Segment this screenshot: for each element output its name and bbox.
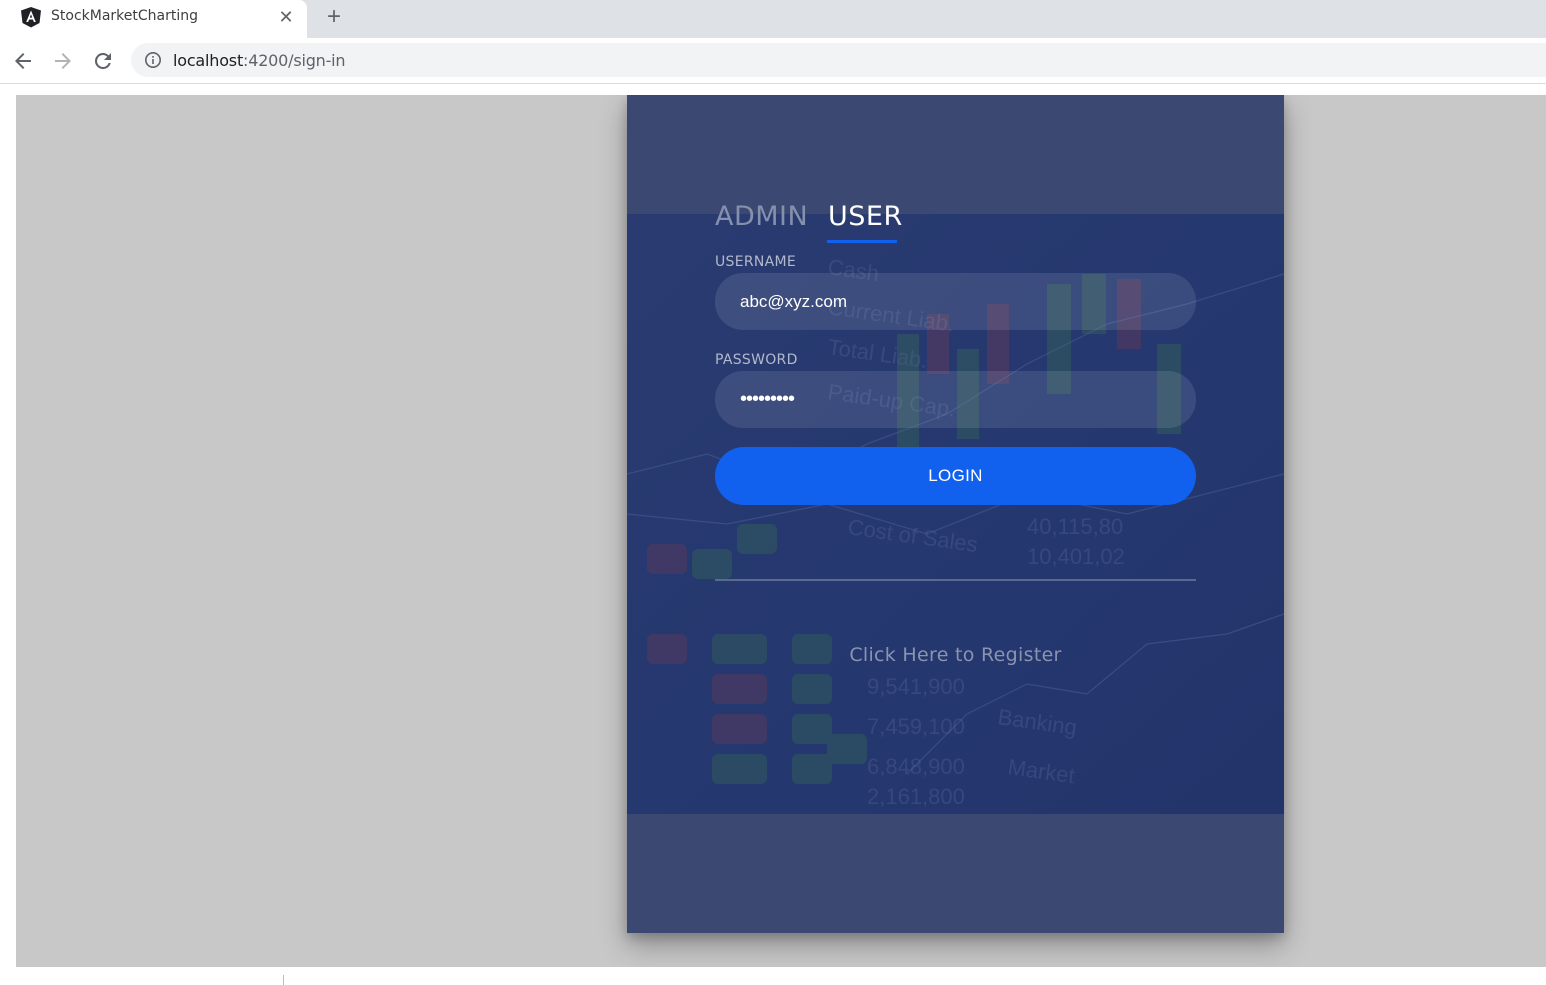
- register-link[interactable]: Click Here to Register: [627, 644, 1284, 666]
- divider: [715, 579, 1196, 581]
- password-input[interactable]: [715, 371, 1196, 428]
- forward-arrow-icon[interactable]: [51, 49, 75, 73]
- close-icon[interactable]: ✕: [276, 7, 296, 27]
- login-button[interactable]: LOGIN: [715, 447, 1196, 505]
- url-host: localhost: [173, 51, 244, 70]
- tab-admin[interactable]: ADMIN: [715, 201, 808, 232]
- active-tab-underline: [827, 240, 897, 243]
- page-viewport: Cash Current Liab. Total Liab. Paid-up C…: [16, 95, 1546, 967]
- password-label: PASSWORD: [715, 352, 798, 368]
- info-icon[interactable]: [144, 51, 162, 69]
- reload-icon[interactable]: [91, 49, 115, 73]
- new-tab-plus-icon[interactable]: +: [322, 5, 346, 29]
- browser-toolbar: localhost:4200/sign-in: [0, 38, 1546, 84]
- tab-user[interactable]: USER: [828, 201, 903, 232]
- username-label: USERNAME: [715, 254, 797, 270]
- angular-logo-icon: [21, 7, 41, 28]
- back-arrow-icon[interactable]: [11, 49, 35, 73]
- username-input[interactable]: [715, 273, 1196, 330]
- url-text: localhost:4200/sign-in: [173, 51, 346, 70]
- tab-title: StockMarketCharting: [51, 8, 198, 24]
- login-card: Cash Current Liab. Total Liab. Paid-up C…: [627, 95, 1284, 933]
- status-caret: [283, 975, 284, 985]
- browser-tab-strip: StockMarketCharting ✕ +: [0, 0, 1546, 38]
- address-bar[interactable]: localhost:4200/sign-in: [131, 43, 1546, 77]
- url-path: :4200/sign-in: [243, 51, 346, 70]
- browser-tab[interactable]: StockMarketCharting ✕: [0, 0, 307, 38]
